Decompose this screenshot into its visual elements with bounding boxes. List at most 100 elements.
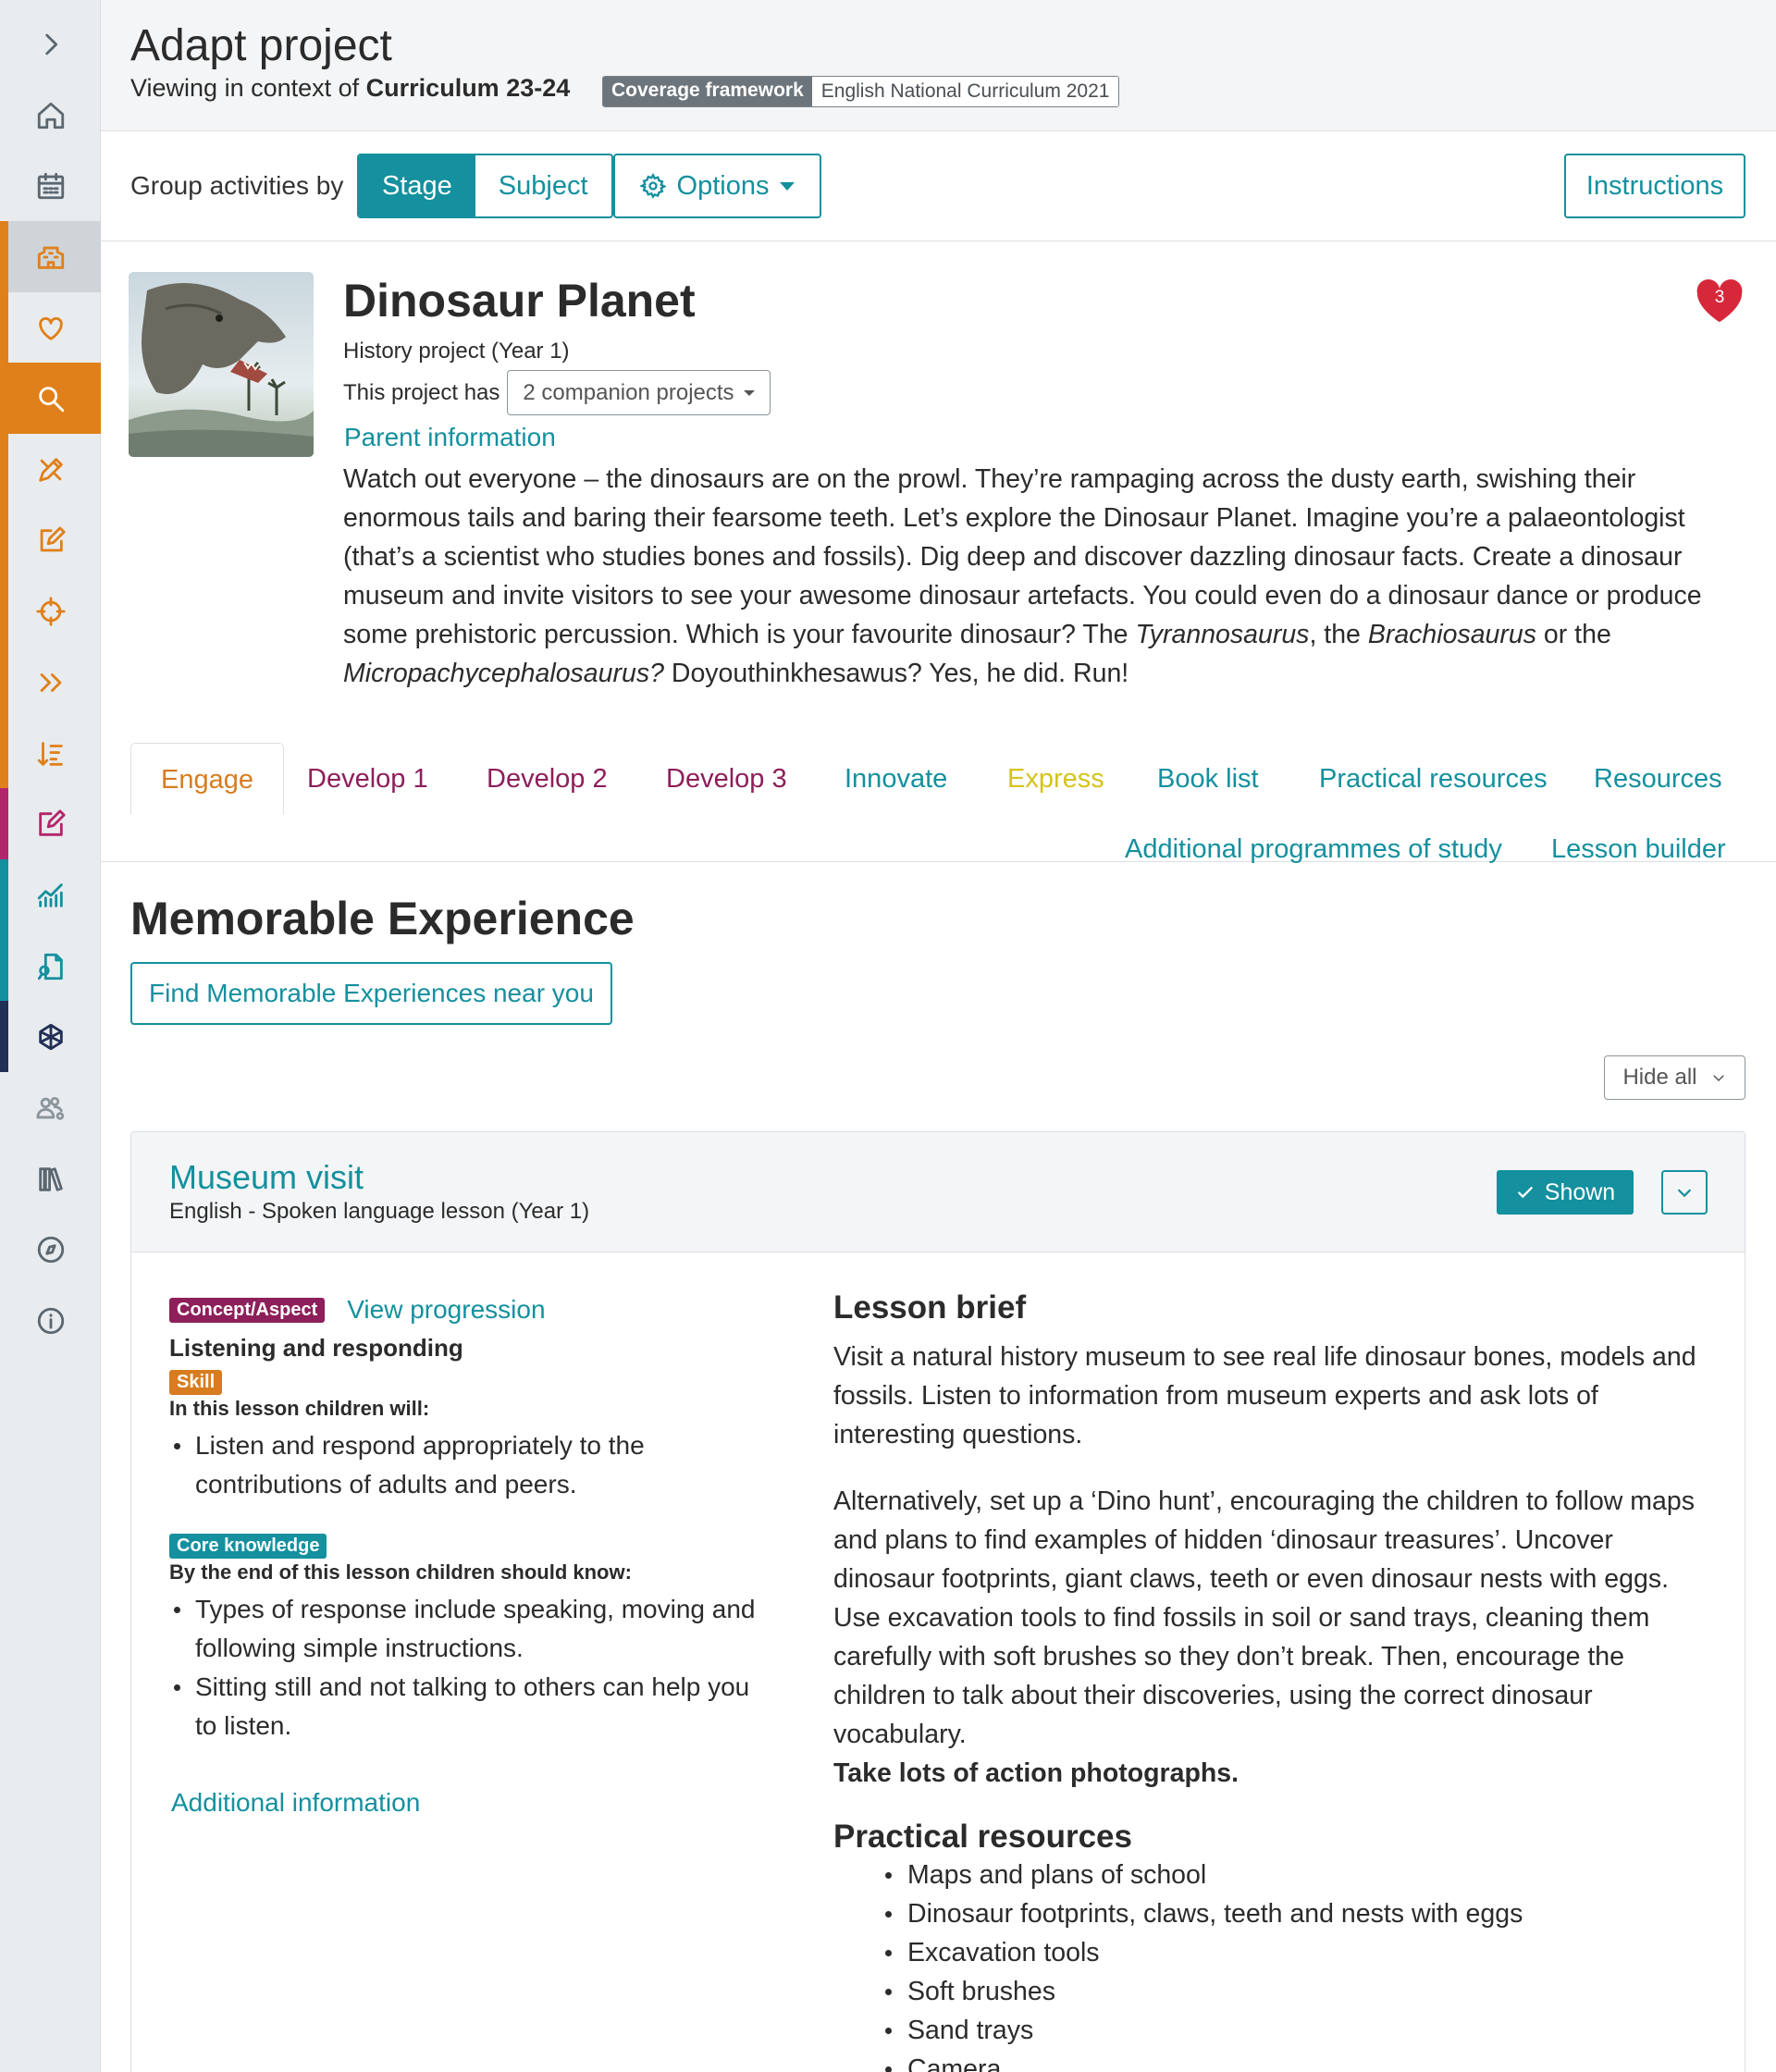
context-value: Curriculum 23-24 <box>365 74 571 102</box>
tab-express[interactable]: Express <box>1007 743 1104 815</box>
sidebar-item-progress[interactable] <box>0 647 101 718</box>
info-icon <box>37 1307 64 1334</box>
list-item: Types of response include speaking, movi… <box>169 1590 761 1668</box>
tab-engage[interactable]: Engage <box>130 743 284 815</box>
companion-label: This project has <box>343 379 500 405</box>
hide-all-dropdown[interactable]: Hide all <box>1604 1055 1745 1100</box>
lesson-brief-note: Take lots of action photographs. <box>833 1758 1240 1788</box>
sidebar-item-analytics[interactable] <box>0 859 101 931</box>
chart-icon <box>37 882 63 907</box>
compass-icon <box>37 1236 64 1263</box>
books-icon <box>38 1166 63 1191</box>
sidebar-section-bar-pink <box>0 788 8 859</box>
skill-heading: In this lesson children will: <box>169 1397 430 1420</box>
shown-toggle-button[interactable]: Shown <box>1497 1170 1634 1215</box>
document-search-icon <box>37 953 63 980</box>
expand-sidebar-button[interactable] <box>0 8 101 80</box>
users-settings-icon <box>35 1096 64 1120</box>
sidebar-item-design[interactable] <box>0 434 101 505</box>
sidebar-item-home[interactable] <box>0 80 101 151</box>
sidebar-item-calendar[interactable] <box>0 150 101 221</box>
core-knowledge-list: Types of response include speaking, movi… <box>169 1590 761 1745</box>
sidebar-item-network[interactable] <box>0 1001 101 1072</box>
lesson-brief-paragraph: Visit a natural history museum to see re… <box>833 1342 1696 1449</box>
additional-information-link[interactable]: Additional information <box>171 1788 761 1818</box>
target-icon <box>35 596 66 626</box>
favourite-button[interactable]: 3 <box>1693 275 1746 325</box>
sidebar-item-info[interactable] <box>0 1285 101 1356</box>
sidebar-item-sort[interactable] <box>0 718 101 789</box>
tab-innovate[interactable]: Innovate <box>845 743 947 815</box>
caret-down-icon <box>743 389 755 396</box>
sidebar-item-projects[interactable] <box>0 221 101 292</box>
sidebar-item-favourites[interactable] <box>0 292 101 364</box>
chevron-right-icon <box>44 33 57 55</box>
chevron-down-icon <box>1677 1189 1692 1198</box>
list-item: Sand trays <box>882 2011 1712 2050</box>
list-item: Soft brushes <box>882 1972 1712 2011</box>
find-memorable-experiences-button[interactable]: Find Memorable Experiences near you <box>130 962 612 1025</box>
sidebar-item-explore[interactable] <box>0 1214 101 1285</box>
view-progression-link[interactable]: View progression <box>347 1295 545 1325</box>
sidebar-item-users[interactable] <box>0 1072 101 1143</box>
sidebar-item-search[interactable] <box>0 363 101 434</box>
description-italic: Brachiosaurus <box>1367 620 1536 649</box>
sidebar <box>0 0 101 2072</box>
gear-icon <box>639 173 666 199</box>
project-subtitle: History project (Year 1) <box>343 339 570 364</box>
lesson-brief-paragraph: Alternatively, set up a ‘Dino hunt’, enc… <box>833 1486 1695 1749</box>
school-icon <box>37 246 64 269</box>
sidebar-item-edit[interactable] <box>0 505 101 576</box>
tab-book-list[interactable]: Book list <box>1157 743 1259 815</box>
sidebar-item-assessment[interactable] <box>0 788 101 859</box>
lesson-card-header: Museum visit English - Spoken language l… <box>131 1132 1745 1252</box>
sidebar-item-library[interactable] <box>0 1143 101 1215</box>
tab-lesson-builder[interactable]: Lesson builder <box>1551 813 1726 885</box>
tab-develop-2[interactable]: Develop 2 <box>487 743 608 815</box>
group-by-stage-button[interactable]: Stage <box>359 155 475 216</box>
caret-down-icon <box>780 181 796 191</box>
companion-projects-dropdown[interactable]: 2 companion projects <box>507 370 771 415</box>
lesson-brief-title: Lesson brief <box>833 1289 1027 1326</box>
check-icon <box>1517 1186 1533 1199</box>
lesson-objectives: Concept/Aspect View progression Listenin… <box>169 1295 761 1818</box>
practical-resources-list: Maps and plans of school Dinosaur footpr… <box>882 1856 1712 2072</box>
collapse-lesson-button[interactable] <box>1661 1170 1708 1215</box>
list-item: Camera <box>882 2050 1712 2072</box>
core-knowledge-badge: Core knowledge <box>169 1534 327 1559</box>
instructions-button[interactable]: Instructions <box>1564 154 1745 218</box>
description-text: , the <box>1309 620 1368 649</box>
parent-information-link[interactable]: Parent information <box>344 423 556 452</box>
skill-badge: Skill <box>169 1370 223 1395</box>
lesson-title[interactable]: Museum visit <box>169 1158 364 1197</box>
toolbar: Group activities by Stage Subject Option… <box>101 132 1776 241</box>
group-by-label: Group activities by <box>130 171 344 200</box>
skill-badge-wrap: Skill <box>169 1370 761 1395</box>
double-chevron-icon <box>40 672 61 692</box>
sort-list-icon <box>37 741 63 766</box>
sidebar-section-bar-teal <box>0 859 8 1001</box>
tab-additional-programmes[interactable]: Additional programmes of study <box>1125 813 1502 885</box>
sidebar-item-target[interactable] <box>0 575 101 647</box>
group-by-subject-button[interactable]: Subject <box>475 155 611 216</box>
list-item: Maps and plans of school <box>882 1856 1712 1894</box>
coverage-key: Coverage framework <box>603 77 812 106</box>
coverage-framework-badge: Coverage framework English National Curr… <box>602 76 1120 107</box>
page-header: Adapt project Viewing in context of Curr… <box>101 0 1776 131</box>
tab-develop-3[interactable]: Develop 3 <box>666 743 787 815</box>
search-icon <box>38 386 64 412</box>
core-badge-wrap: Core knowledge <box>169 1534 761 1559</box>
favourite-count: 3 <box>1714 288 1725 307</box>
edit-icon <box>40 525 66 551</box>
description-text: or the <box>1536 620 1611 649</box>
list-item: Dinosaur footprints, claws, teeth and ne… <box>882 1894 1712 1933</box>
sidebar-item-documents[interactable] <box>0 931 101 1002</box>
tab-practical-resources[interactable]: Practical resources <box>1319 743 1548 815</box>
skill-list: Listen and respond appropriately to the … <box>169 1426 761 1504</box>
concept-badge: Concept/Aspect <box>169 1297 326 1323</box>
options-label: Options <box>676 170 770 201</box>
options-dropdown-button[interactable]: Options <box>613 154 821 218</box>
tab-resources[interactable]: Resources <box>1594 743 1722 815</box>
tab-develop-1[interactable]: Develop 1 <box>307 743 428 815</box>
section-title: Memorable Experience <box>130 893 635 944</box>
